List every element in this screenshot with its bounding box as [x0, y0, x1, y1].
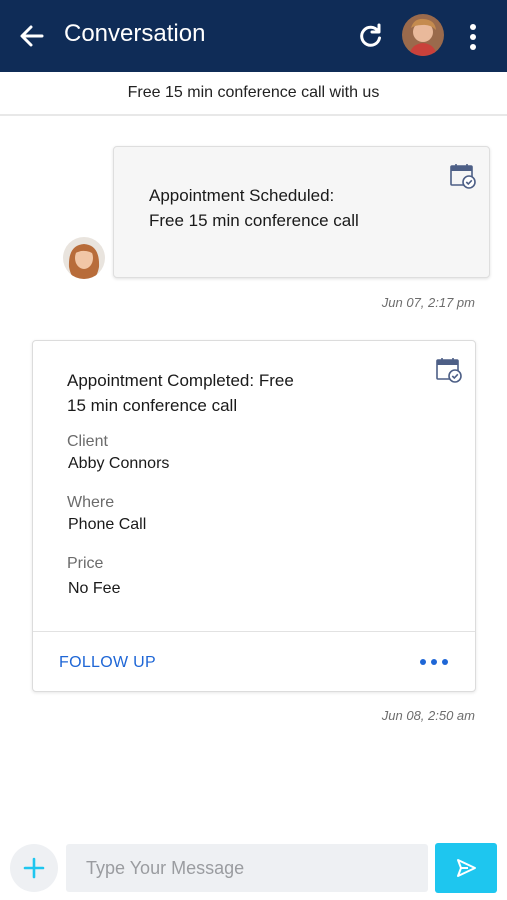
more-horizontal-icon[interactable]: [419, 657, 449, 667]
price-value: No Fee: [68, 580, 121, 597]
message-composer: [0, 838, 507, 900]
send-icon: [457, 859, 476, 877]
add-attachment-button[interactable]: [10, 844, 58, 892]
top-app-bar: Conversation: [0, 0, 507, 72]
appointment-title-line1: Appointment Completed: Free: [67, 371, 294, 390]
appointment-scheduled-card[interactable]: Appointment Scheduled: Free 15 min confe…: [113, 146, 490, 278]
appointment-title-line2: 15 min conference call: [67, 396, 238, 415]
appointment-title-line2: Free 15 min conference call: [149, 211, 359, 230]
send-button[interactable]: [435, 843, 497, 893]
message-input[interactable]: [66, 844, 428, 892]
conversation-subject-bar: Free 15 min conference call with us: [0, 72, 507, 116]
plus-icon: [23, 857, 45, 879]
refresh-icon[interactable]: [358, 23, 384, 49]
message-timestamp: Jun 08, 2:50 am: [381, 708, 475, 723]
calendar-check-icon: [436, 358, 462, 383]
page-title: Conversation: [64, 20, 206, 47]
sender-avatar: [63, 237, 105, 279]
back-arrow-icon[interactable]: [18, 22, 46, 50]
appointment-title-line1: Appointment Scheduled:: [149, 186, 335, 205]
where-value: Phone Call: [68, 516, 147, 533]
user-avatar[interactable]: [402, 14, 444, 56]
client-value: Abby Connors: [68, 455, 170, 472]
appointment-completed-card[interactable]: Appointment Completed: Free 15 min confe…: [32, 340, 476, 692]
price-label: Price: [67, 555, 104, 572]
conversation-subject: Free 15 min conference call with us: [127, 84, 380, 101]
message-timestamp: Jun 07, 2:17 pm: [381, 295, 475, 310]
where-label: Where: [67, 494, 115, 511]
follow-up-button[interactable]: FOLLOW UP: [59, 654, 156, 672]
calendar-check-icon: [450, 164, 476, 189]
client-label: Client: [67, 433, 108, 450]
more-vertical-icon[interactable]: [462, 22, 484, 52]
card-divider: [33, 631, 475, 632]
